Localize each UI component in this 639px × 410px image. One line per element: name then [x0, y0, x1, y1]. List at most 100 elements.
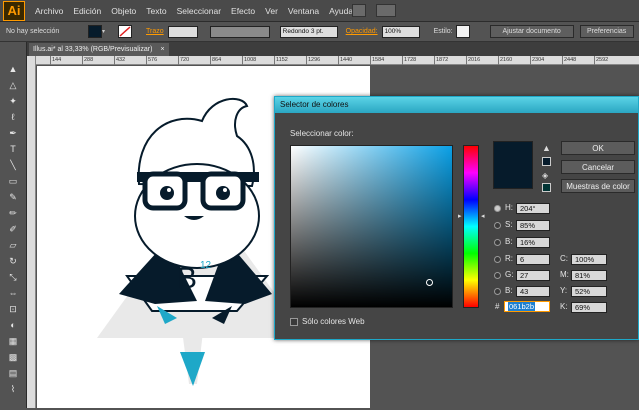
ruler-tick: 2304: [530, 56, 545, 65]
gradient-tool-icon[interactable]: ▤: [6, 366, 20, 380]
brightness-field[interactable]: 16%: [516, 237, 550, 248]
web-safe-warning-icon[interactable]: ◈: [542, 171, 548, 180]
blue-label: B:: [505, 286, 513, 295]
type-tool-icon[interactable]: T: [6, 142, 20, 156]
magenta-field[interactable]: 81%: [571, 270, 607, 281]
color-picker-dialog: Selector de colores Seleccionar color: ▸…: [274, 96, 639, 340]
color-field-cursor[interactable]: [426, 279, 433, 286]
close-icon[interactable]: ×: [160, 46, 164, 53]
green-label: G:: [505, 270, 514, 279]
hue-field[interactable]: 204°: [516, 203, 550, 214]
direct-selection-tool-icon[interactable]: △: [6, 78, 20, 92]
hue-slider[interactable]: [463, 145, 479, 308]
yellow-label: Y:: [560, 286, 568, 295]
rotate-tool-icon[interactable]: ↻: [6, 254, 20, 268]
green-field[interactable]: 27: [516, 270, 550, 281]
color-swatches-button[interactable]: Muestras de color: [561, 179, 635, 193]
document-tab[interactable]: Illus.ai* al 33,33% (RGB/Previsualizar) …: [29, 43, 169, 56]
red-field[interactable]: 6: [516, 254, 550, 265]
opacity-field[interactable]: 100%: [381, 25, 420, 38]
hue-slider-left-arrow-icon[interactable]: ▸: [458, 212, 462, 220]
perspective-grid-icon[interactable]: ▦: [6, 334, 20, 348]
menu-ayuda[interactable]: Ayuda: [329, 6, 353, 16]
brightness-radio[interactable]: [494, 239, 501, 246]
red-radio[interactable]: [494, 256, 501, 263]
bridge-icon[interactable]: [352, 4, 366, 17]
black-field[interactable]: 69%: [571, 302, 607, 313]
pen-tool-icon[interactable]: ✒: [6, 126, 20, 140]
yellow-field[interactable]: 52%: [571, 286, 607, 297]
pencil-icon[interactable]: ✏: [6, 206, 20, 220]
hex-field[interactable]: 061b2b: [504, 301, 550, 312]
cancel-button[interactable]: Cancelar: [561, 160, 635, 174]
ruler-tick: 1872: [434, 56, 449, 65]
out-of-gamut-warning-icon[interactable]: ▲: [542, 143, 551, 153]
menu-archivo[interactable]: Archivo: [35, 6, 63, 16]
shirt-logo-letter: B: [177, 262, 197, 295]
stroke-label[interactable]: Trazo: [146, 28, 164, 35]
ruler-tick: 1008: [242, 56, 257, 65]
cyan-field[interactable]: 100%: [571, 254, 607, 265]
right-eye-highlight: [223, 188, 227, 192]
gamut-swatch[interactable]: [542, 157, 551, 166]
menu-objeto[interactable]: Objeto: [111, 6, 136, 16]
line-tool-icon[interactable]: ╲: [6, 158, 20, 172]
ruler-tick: 144: [50, 56, 62, 65]
paintbrush-icon[interactable]: ✎: [6, 190, 20, 204]
magenta-label: M:: [560, 270, 569, 279]
right-eye: [216, 186, 230, 200]
blue-field[interactable]: 43: [516, 286, 550, 297]
width-tool-icon[interactable]: ⇔: [6, 286, 20, 300]
adjust-document-button[interactable]: Ajustar documento: [489, 25, 574, 38]
menu-texto[interactable]: Texto: [146, 6, 166, 16]
magic-wand-icon[interactable]: ✦: [6, 94, 20, 108]
opacity-label[interactable]: Opacidad:: [346, 28, 378, 35]
ruler-tick: 2160: [498, 56, 513, 65]
ruler-tick: 2448: [562, 56, 577, 65]
rectangle-tool-icon[interactable]: ▭: [6, 174, 20, 188]
menu-ver[interactable]: Ver: [265, 6, 278, 16]
shape-builder-icon[interactable]: ◐: [6, 318, 20, 332]
menu-edicion[interactable]: Edición: [73, 6, 101, 16]
fill-swatch[interactable]: [88, 25, 102, 38]
blue-radio[interactable]: [494, 288, 501, 295]
eyedropper-icon[interactable]: ⌇: [6, 382, 20, 396]
stroke-weight-field[interactable]: [167, 25, 198, 38]
green-radio[interactable]: [494, 272, 501, 279]
hue-radio[interactable]: [494, 205, 501, 212]
hex-value-selected: 061b2b: [508, 302, 536, 311]
style-swatch[interactable]: [455, 25, 470, 38]
free-transform-icon[interactable]: ⊡: [6, 302, 20, 316]
stroke-swatch[interactable]: [118, 25, 132, 38]
eraser-icon[interactable]: ▱: [6, 238, 20, 252]
preferences-button[interactable]: Preferencias: [579, 25, 634, 38]
variable-width-profile[interactable]: [209, 25, 270, 38]
ruler-tick: 720: [178, 56, 190, 65]
web-safe-swatch[interactable]: [542, 183, 551, 192]
style-label: Estilo:: [433, 28, 453, 35]
hue-slider-right-arrow-icon[interactable]: ◂: [481, 212, 485, 220]
app-logo: Ai: [3, 0, 25, 21]
select-color-label: Seleccionar color:: [290, 129, 354, 138]
scale-tool-icon[interactable]: ⤡: [6, 270, 20, 284]
ruler-tick: 576: [146, 56, 158, 65]
arrange-documents-icon[interactable]: [376, 4, 396, 17]
menu-ventana[interactable]: Ventana: [288, 6, 319, 16]
menu-efecto[interactable]: Efecto: [231, 6, 255, 16]
ok-button[interactable]: OK: [561, 141, 635, 155]
menu-seleccionar[interactable]: Seleccionar: [177, 6, 221, 16]
saturation-field[interactable]: 85%: [516, 220, 550, 231]
mesh-tool-icon[interactable]: ▩: [6, 350, 20, 364]
color-field[interactable]: [290, 145, 453, 308]
hue-label: H:: [505, 203, 513, 212]
chevron-down-icon[interactable]: ▾: [102, 28, 108, 35]
left-eye: [160, 186, 174, 200]
saturation-radio[interactable]: [494, 222, 501, 229]
web-only-checkbox[interactable]: [290, 318, 298, 326]
lasso-icon[interactable]: ℓ: [6, 110, 20, 124]
selection-tool-icon[interactable]: ▲: [6, 62, 20, 76]
ruler-tick: 1296: [306, 56, 321, 65]
blob-brush-icon[interactable]: ✐: [6, 222, 20, 236]
opacity-value: 100%: [384, 28, 402, 35]
brush-select[interactable]: Redondo 3 pt.: [279, 25, 338, 38]
